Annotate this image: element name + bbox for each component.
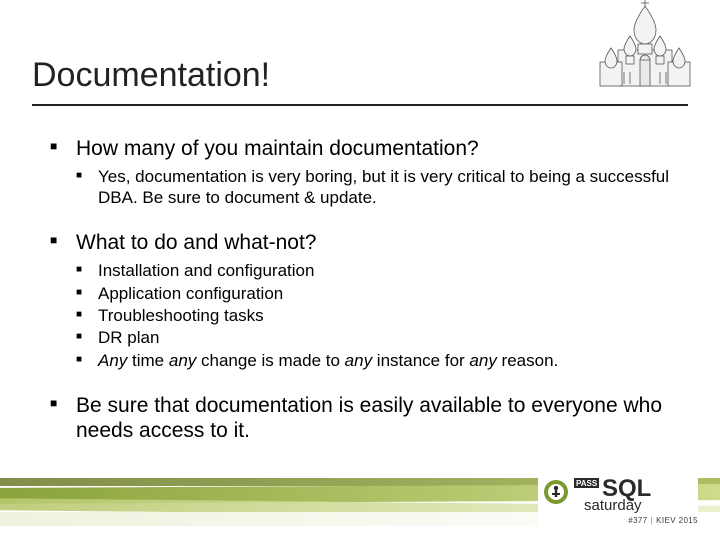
header-illustration-church [590,0,700,90]
logo-pass-text: PASS [576,479,598,488]
bullet-text: Be sure that documentation is easily ava… [76,394,662,442]
separator-icon: | [648,516,656,525]
bullet-item: What to do and what-not? Installation an… [50,230,670,371]
sub-bullet-text: DR plan [98,328,159,347]
logo-event-info: #377|KIEV 2015 [538,516,698,525]
slide-title: Documentation! [32,56,270,95]
slide-body: How many of you maintain documentation? … [50,136,670,449]
bullet-text: What to do and what-not? [76,231,317,254]
sub-bullet-item: Application configuration [76,284,670,304]
logo-saturday-text: saturday [584,497,642,514]
sub-bullet-item: Any time any change is made to any insta… [76,351,670,371]
sub-bullet-item: Troubleshooting tasks [76,306,670,326]
sub-bullet-text: reason. [497,351,558,370]
sub-bullet-text: Yes, documentation is very boring, but i… [98,167,669,206]
bullet-item: Be sure that documentation is easily ava… [50,393,670,443]
title-underline [32,104,688,106]
sub-bullet-text: instance for [372,351,469,370]
sub-bullet-text: time [127,351,169,370]
sub-bullet-item: Yes, documentation is very boring, but i… [76,167,670,208]
emph-word: any [345,351,372,370]
emph-word: any [169,351,196,370]
sub-bullet-item: Installation and configuration [76,261,670,281]
logo-city: KIEV [656,516,676,525]
bullet-item: How many of you maintain documentation? … [50,136,670,208]
emph-word: Any [98,351,127,370]
sub-bullet-text: Application configuration [98,284,283,303]
emph-word: any [469,351,496,370]
sub-bullet-text: Troubleshooting tasks [98,306,264,325]
sub-bullet-item: DR plan [76,328,670,348]
bullet-text: How many of you maintain documentation? [76,137,479,160]
slide: Documentation! How many of you maintain … [0,0,720,540]
sub-bullet-text: Installation and configuration [98,261,314,280]
sqlsaturday-logo: PASS SQL saturday #377|KIEV 2015 [538,474,698,528]
logo-year: 2015 [679,516,698,525]
logo-event-number: #377 [628,516,647,525]
sub-bullet-text: change is made to [196,351,344,370]
